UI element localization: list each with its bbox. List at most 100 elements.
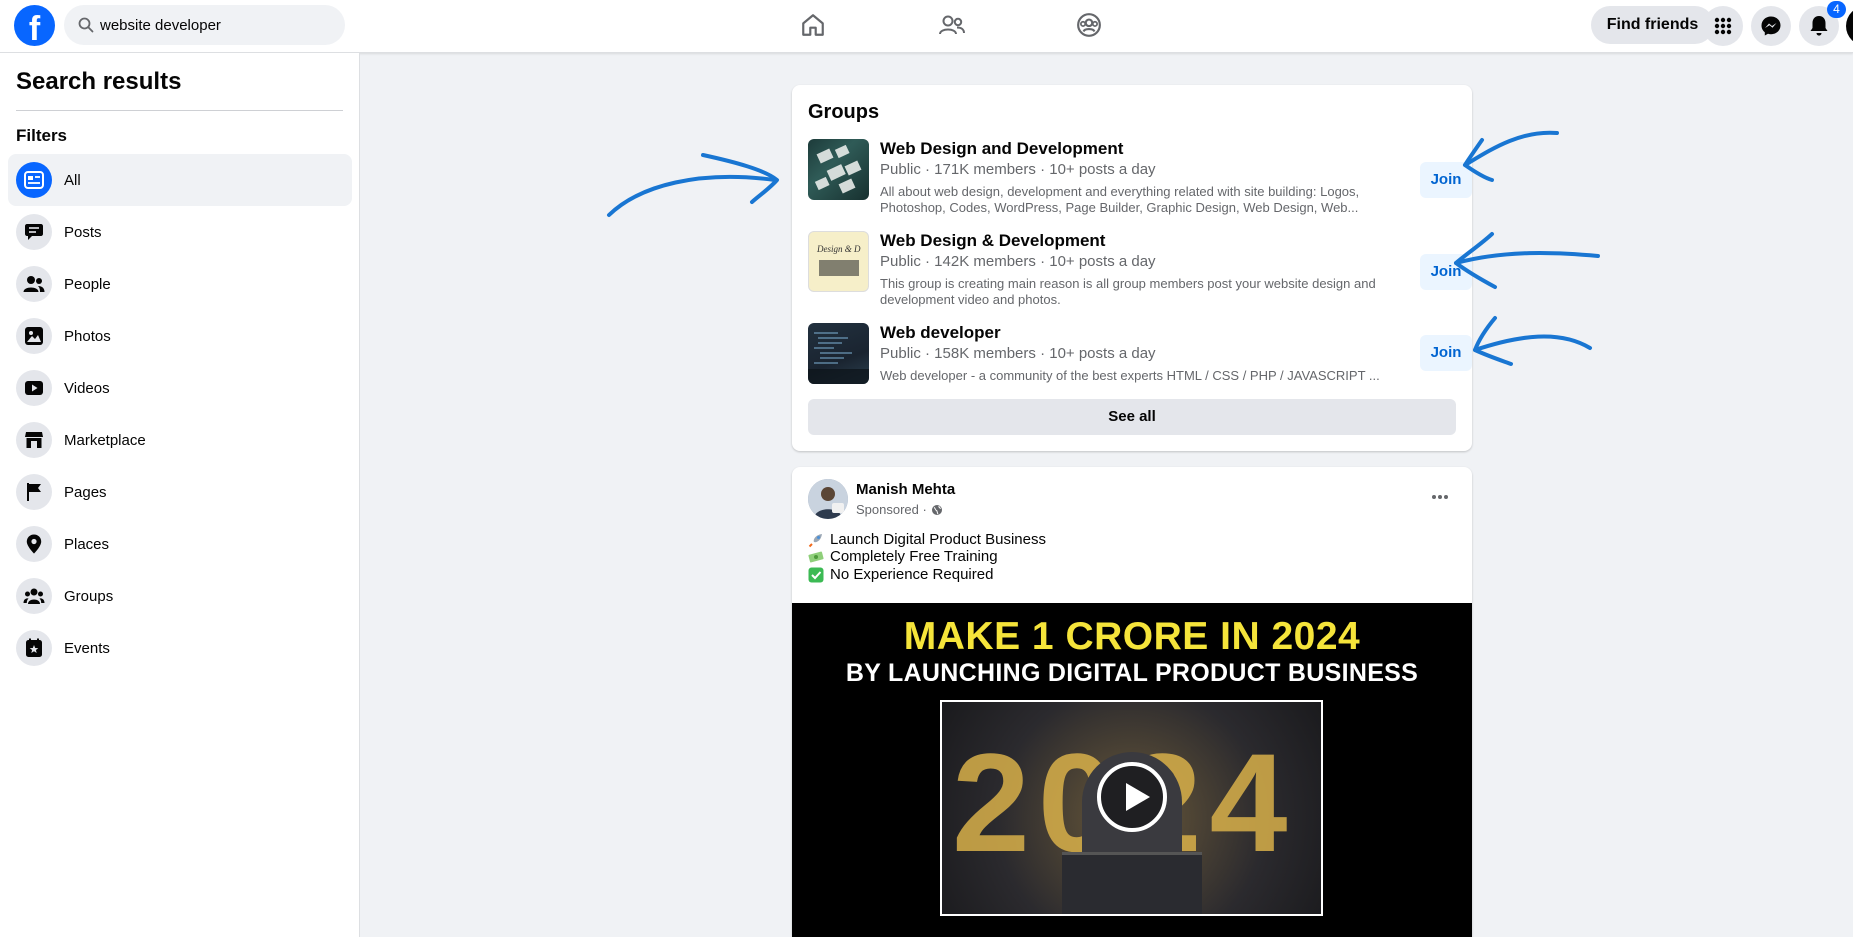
post-text-line: No Experience Required bbox=[808, 566, 993, 583]
group-thumbnail-text: Design & D bbox=[817, 244, 861, 254]
laptop-figure bbox=[1062, 852, 1202, 914]
filter-item-photos[interactable]: Photos bbox=[8, 310, 352, 362]
feed-icon bbox=[16, 162, 52, 198]
messenger-button[interactable] bbox=[1751, 6, 1791, 46]
filters-heading: Filters bbox=[16, 126, 68, 145]
filter-item-posts[interactable]: Posts bbox=[8, 206, 352, 258]
video-thumbnail[interactable]: 2024 bbox=[940, 700, 1323, 916]
filter-label: Videos bbox=[64, 379, 110, 397]
globe-icon bbox=[931, 504, 942, 515]
group-name[interactable]: Web developer bbox=[880, 323, 1001, 343]
menu-grid-button[interactable] bbox=[1703, 6, 1743, 46]
thumbnail-figure bbox=[819, 260, 859, 276]
profile-avatar[interactable] bbox=[1846, 6, 1853, 46]
group-description: All about web design, development and ev… bbox=[880, 184, 1360, 215]
groups-nav-icon[interactable] bbox=[1072, 10, 1106, 40]
poster-avatar[interactable] bbox=[808, 479, 848, 519]
post-line-text: Completely Free Training bbox=[830, 548, 998, 565]
friends-icon[interactable] bbox=[935, 10, 969, 40]
annotation-arrow-left bbox=[607, 174, 777, 217]
sidebar-divider bbox=[16, 110, 343, 111]
post-text-line: Launch Digital Product Business bbox=[808, 531, 1046, 548]
filter-item-all[interactable]: All bbox=[8, 154, 352, 206]
filter-label: Posts bbox=[64, 223, 102, 241]
poster-name[interactable]: Manish Mehta bbox=[856, 481, 955, 498]
group-result-row[interactable]: Web Design and Development Public · 171K… bbox=[808, 139, 1472, 219]
annotation-arrow-2 bbox=[1454, 250, 1600, 265]
home-icon[interactable] bbox=[796, 10, 830, 40]
calendar-icon bbox=[16, 630, 52, 666]
marketplace-icon bbox=[16, 422, 52, 458]
annotation-arrow-3 bbox=[1473, 334, 1592, 352]
join-group-button[interactable]: Join bbox=[1420, 254, 1472, 290]
more-options-button[interactable] bbox=[1422, 479, 1458, 515]
sponsored-text[interactable]: Sponsored · bbox=[856, 502, 927, 517]
flag-icon bbox=[16, 474, 52, 510]
find-friends-button[interactable]: Find friends bbox=[1591, 6, 1714, 44]
video-headline: MAKE 1 CRORE IN 2024 bbox=[903, 615, 1361, 658]
more-horizontal-icon bbox=[1432, 495, 1448, 499]
filter-item-people[interactable]: People bbox=[8, 258, 352, 310]
join-group-button[interactable]: Join bbox=[1420, 335, 1472, 371]
filter-label: Marketplace bbox=[64, 431, 146, 449]
filter-item-marketplace[interactable]: Marketplace bbox=[8, 414, 352, 466]
filter-item-events[interactable]: Events bbox=[8, 622, 352, 674]
group-name[interactable]: Web Design & Development bbox=[880, 231, 1105, 251]
video-subheadline: BY LAUNCHING DIGITAL PRODUCT BUSINESS bbox=[845, 659, 1419, 687]
group-description: Web developer - a community of the best … bbox=[880, 368, 1380, 383]
search-input[interactable] bbox=[100, 5, 335, 45]
money-emoji bbox=[808, 551, 824, 562]
sidebar-title: Search results bbox=[16, 68, 182, 95]
sponsored-video[interactable]: MAKE 1 CRORE IN 2024 BY LAUNCHING DIGITA… bbox=[792, 603, 1472, 937]
photos-icon bbox=[16, 318, 52, 354]
group-meta: Public · 142K members · 10+ posts a day bbox=[880, 253, 1156, 270]
groups-results-card: Groups Web Design and Development Public… bbox=[792, 85, 1472, 451]
group-meta: Public · 158K members · 10+ posts a day bbox=[880, 345, 1156, 362]
sponsored-label: Sponsored · bbox=[856, 502, 943, 517]
notification-count-badge: 4 bbox=[1827, 1, 1846, 18]
join-group-button[interactable]: Join bbox=[1420, 162, 1472, 198]
filter-label: All bbox=[64, 171, 81, 189]
facebook-logo-icon[interactable]: f bbox=[14, 5, 55, 46]
rocket-emoji bbox=[808, 533, 822, 547]
annotation-arrow-1 bbox=[1463, 130, 1559, 167]
filter-label: Events bbox=[64, 639, 110, 657]
filter-item-videos[interactable]: Videos bbox=[8, 362, 352, 414]
search-icon bbox=[78, 17, 94, 33]
filter-label: Groups bbox=[64, 587, 114, 605]
filter-label: Pages bbox=[64, 483, 107, 501]
group-result-row[interactable]: Web developer Public · 158K members · 10… bbox=[808, 323, 1472, 403]
filter-item-pages[interactable]: Pages bbox=[8, 466, 352, 518]
post-line-text: No Experience Required bbox=[830, 566, 994, 583]
group-meta: Public · 171K members · 10+ posts a day bbox=[880, 161, 1156, 178]
sponsored-post-card: Manish Mehta Sponsored · Launch Digital … bbox=[792, 467, 1472, 937]
group-result-row[interactable]: Design & D Web Design & Development Publ… bbox=[808, 231, 1472, 311]
filter-item-groups[interactable]: Groups bbox=[8, 570, 352, 622]
filter-item-places[interactable]: Places bbox=[8, 518, 352, 570]
search-box[interactable] bbox=[64, 5, 345, 45]
annotation-arrow-left-head bbox=[701, 153, 779, 204]
groups-section-title: Groups bbox=[808, 101, 880, 123]
play-video-button[interactable] bbox=[1097, 762, 1167, 832]
post-line-text: Launch Digital Product Business bbox=[830, 531, 1046, 548]
filter-label: Places bbox=[64, 535, 110, 553]
posts-icon bbox=[16, 214, 52, 250]
bell-icon bbox=[1810, 16, 1828, 36]
messenger-icon bbox=[1761, 16, 1781, 36]
group-thumbnail[interactable] bbox=[808, 323, 869, 384]
videos-icon bbox=[16, 370, 52, 406]
check-mark-emoji bbox=[808, 567, 824, 582]
filter-label: Photos bbox=[64, 327, 111, 345]
grid-icon bbox=[1714, 17, 1732, 35]
see-all-groups-button[interactable]: See all bbox=[808, 399, 1456, 435]
annotation-arrow-3-head bbox=[1473, 316, 1513, 366]
groups-icon bbox=[16, 578, 52, 614]
post-text-line: Completely Free Training bbox=[808, 548, 998, 565]
group-thumbnail[interactable] bbox=[808, 139, 869, 200]
group-name[interactable]: Web Design and Development bbox=[880, 139, 1123, 159]
people-icon bbox=[16, 266, 52, 302]
group-description: This group is creating main reason is al… bbox=[880, 276, 1376, 307]
search-filters-sidebar: Search results Filters All Posts People … bbox=[0, 53, 360, 937]
top-bar: f Find friends 4 bbox=[0, 0, 1853, 53]
group-thumbnail[interactable]: Design & D bbox=[808, 231, 869, 292]
